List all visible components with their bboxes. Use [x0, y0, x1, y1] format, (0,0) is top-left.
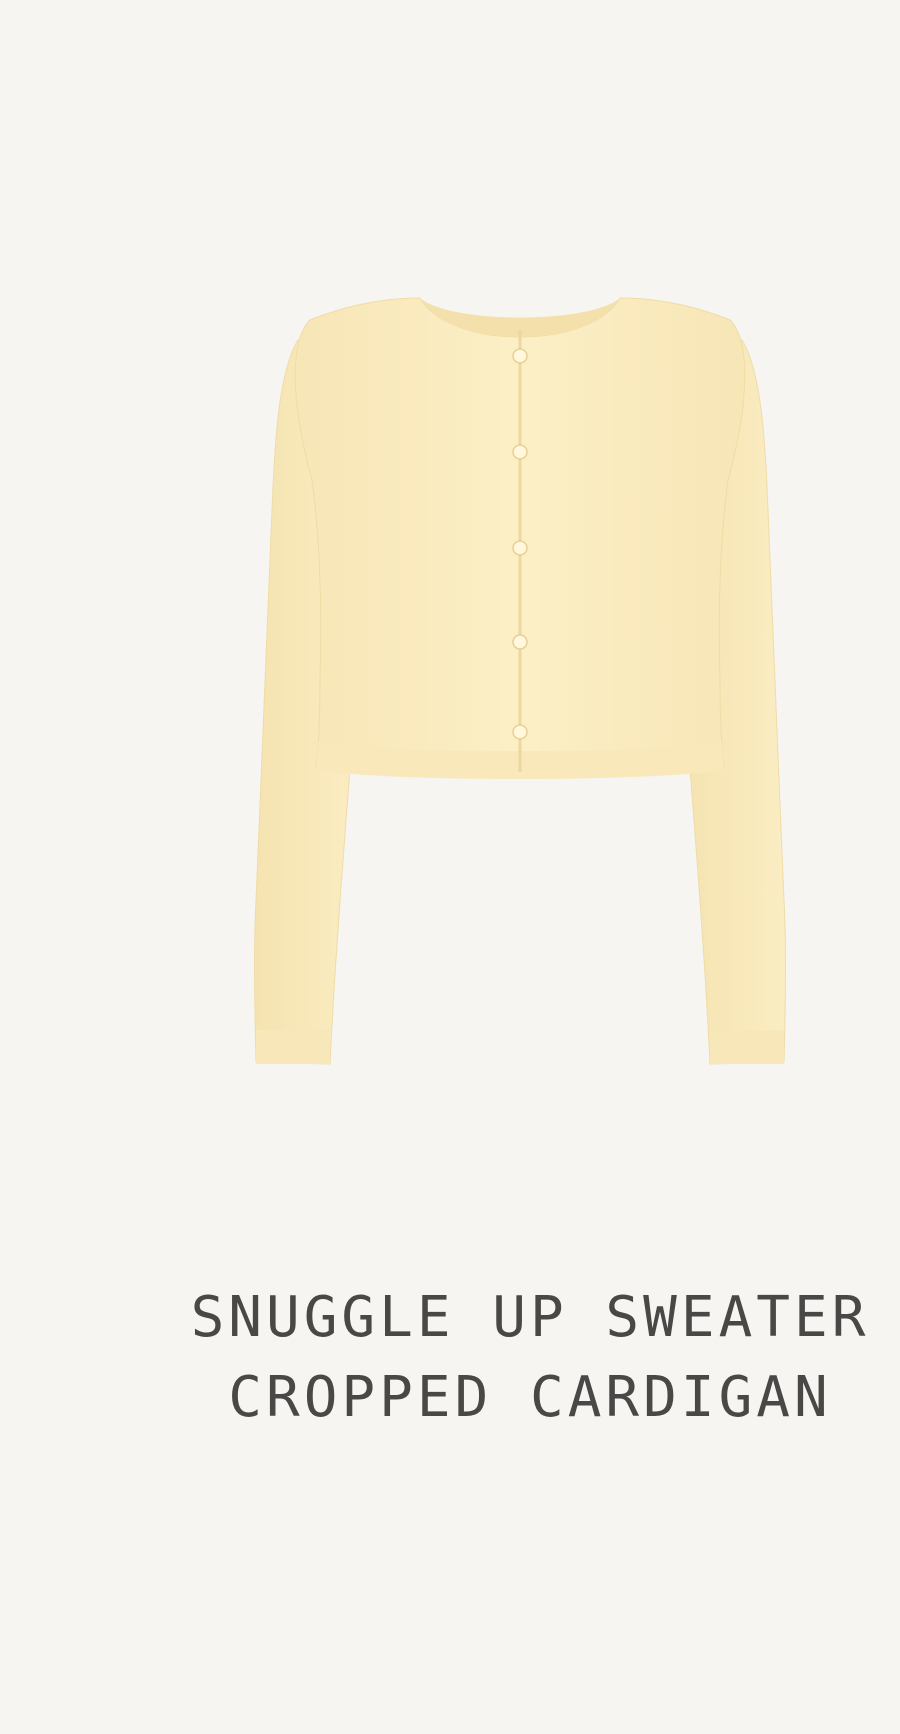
product-image[interactable] [250, 280, 790, 1080]
button-1 [512, 348, 528, 364]
product-title[interactable]: SNUGGLE UP SWEATER CROPPED CARDIGAN [170, 1278, 890, 1438]
button-2 [512, 444, 528, 460]
button-4 [512, 634, 528, 650]
left-cuff [256, 1030, 330, 1064]
right-cuff [710, 1030, 784, 1064]
button-3 [512, 540, 528, 556]
product-card[interactable]: SNUGGLE UP SWEATER CROPPED CARDIGAN [0, 0, 900, 1734]
button-5 [512, 724, 528, 740]
